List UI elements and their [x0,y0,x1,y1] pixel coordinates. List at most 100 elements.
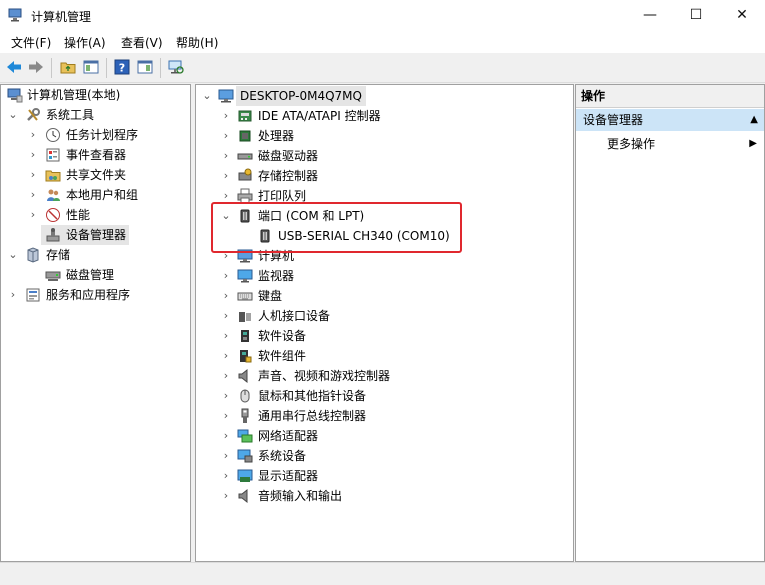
svg-text:?: ? [119,62,125,75]
tree-item-performance[interactable]: › 性能 [1,205,190,225]
device-category-keyboard[interactable]: › 键盘 [196,286,573,306]
menu-help[interactable]: 帮助(H) [176,34,218,51]
device-category-label: 磁盘驱动器 [258,149,319,163]
back-arrow-icon[interactable] [5,58,23,76]
device-category-disk[interactable]: › 磁盘驱动器 [196,146,573,166]
chevron-right-icon[interactable]: › [220,286,232,306]
minimize-button[interactable]: — [627,0,673,31]
chevron-down-icon[interactable]: ⌄ [201,86,213,106]
tree-label: 计算机管理(本地) [27,88,121,102]
tree-item-task-scheduler[interactable]: › 任务计划程序 [1,125,190,145]
device-category-label: 软件设备 [258,329,307,343]
menu-file[interactable]: 文件(F) [11,34,51,51]
help-icon[interactable]: ? [113,58,131,76]
chevron-right-icon[interactable]: › [220,366,232,386]
menu-view[interactable]: 查看(V) [121,34,163,51]
speaker-icon [238,488,248,504]
tree-item-local-users-groups[interactable]: › 本地用户和组 [1,185,190,205]
device-category-monitor[interactable]: › 监视器 [196,266,573,286]
scan-hardware-icon[interactable] [167,58,185,76]
storage-controller-icon [238,168,252,181]
services-icon [26,288,40,302]
chevron-right-icon[interactable]: › [220,326,232,346]
chevron-right-icon[interactable]: › [220,146,232,166]
chevron-right-icon[interactable]: › [27,205,39,225]
device-category-label: 监视器 [258,269,295,283]
tree-label: 任务计划程序 [66,128,139,142]
tree-item-event-viewer[interactable]: › 事件查看器 [1,145,190,165]
menu-action[interactable]: 操作(A) [64,34,106,51]
actions-section-label: 设备管理器 [583,113,644,127]
chevron-right-icon[interactable]: › [220,346,232,366]
device-category-label: 鼠标和其他指针设备 [258,389,367,403]
highlight-box [211,202,462,253]
device-category-software-component[interactable]: › 软件组件 [196,346,573,366]
device-category-software-device[interactable]: › 软件设备 [196,326,573,346]
device-category-label: 系统设备 [258,449,307,463]
device-category-mouse[interactable]: › 鼠标和其他指针设备 [196,386,573,406]
device-category-usb[interactable]: › 通用串行总线控制器 [196,406,573,426]
chevron-right-icon[interactable]: › [220,386,232,406]
chevron-right-icon[interactable]: › [27,165,39,185]
chevron-right-icon[interactable]: › [220,486,232,506]
chevron-right-icon[interactable]: › [220,466,232,486]
device-category-label: 人机接口设备 [258,309,331,323]
mouse-icon [240,389,250,403]
toolbar: ? [0,54,765,83]
tools-icon [27,108,40,121]
chevron-right-icon[interactable]: › [220,426,232,446]
close-button[interactable]: ✕ [719,0,765,31]
tree-root-computer-management[interactable]: 计算机管理(本地) [1,85,190,105]
chevron-right-icon[interactable]: › [27,125,39,145]
tree-item-system-tools[interactable]: ⌄ 系统工具 [1,105,190,125]
chevron-down-icon[interactable]: ⌄ [7,105,19,125]
device-category-network[interactable]: › 网络适配器 [196,426,573,446]
tree-item-disk-management[interactable]: 磁盘管理 [1,265,190,285]
tree-item-device-manager[interactable]: 设备管理器 [41,225,129,245]
up-folder-icon[interactable] [59,58,77,76]
computer-icon [218,89,234,103]
computer-management-icon [8,8,22,22]
show-hide-console-tree-icon[interactable] [82,58,100,76]
collapse-up-icon[interactable]: ▲ [750,109,758,131]
show-hide-action-pane-icon[interactable] [136,58,154,76]
chevron-right-icon[interactable]: › [220,446,232,466]
chevron-right-icon[interactable]: › [220,406,232,426]
device-category-audio-io[interactable]: › 音频输入和输出 [196,486,573,506]
device-category-system[interactable]: › 系统设备 [196,446,573,466]
actions-section-device-manager[interactable]: 设备管理器 ▲ [576,109,764,131]
device-category-processor[interactable]: › 处理器 [196,126,573,146]
device-manager-icon [46,228,60,242]
chevron-down-icon[interactable]: ⌄ [7,245,19,265]
forward-arrow-icon[interactable] [27,58,45,76]
tree-item-storage[interactable]: ⌄ 存储 [1,245,190,265]
chevron-right-icon[interactable]: › [220,306,232,326]
chevron-right-icon[interactable]: › [27,185,39,205]
device-category-label: IDE ATA/ATAPI 控制器 [258,109,381,123]
performance-icon [46,208,60,222]
chevron-right-icon[interactable]: › [7,285,19,305]
system-device-icon [237,449,253,463]
device-root[interactable]: ⌄ DESKTOP-0M4Q7MQ [196,86,573,106]
computer-management-icon [7,88,23,103]
tree-item-services-apps[interactable]: › 服务和应用程序 [1,285,190,305]
chevron-right-icon[interactable]: › [220,106,232,126]
maximize-button[interactable]: ☐ [673,0,719,31]
clock-icon [46,128,60,142]
disk-management-icon [45,271,61,281]
chevron-right-icon[interactable]: › [220,126,232,146]
device-category-storage-controller[interactable]: › 存储控制器 [196,166,573,186]
device-category-audio-video[interactable]: › 声音、视频和游戏控制器 [196,366,573,386]
chevron-right-icon[interactable]: › [220,166,232,186]
actions-header-label: 操作 [581,89,606,103]
chevron-right-icon[interactable]: › [220,266,232,286]
chevron-right-icon[interactable]: › [27,145,39,165]
actions-more[interactable]: 更多操作 ▶ [576,133,764,155]
device-category-display[interactable]: › 显示适配器 [196,466,573,486]
status-bar [0,562,765,585]
tree-item-shared-folders[interactable]: › 共享文件夹 [1,165,190,185]
device-category-ide[interactable]: › IDE ATA/ATAPI 控制器 [196,106,573,126]
hid-icon [239,312,251,322]
toolbar-separator [106,58,107,78]
device-category-hid[interactable]: › 人机接口设备 [196,306,573,326]
